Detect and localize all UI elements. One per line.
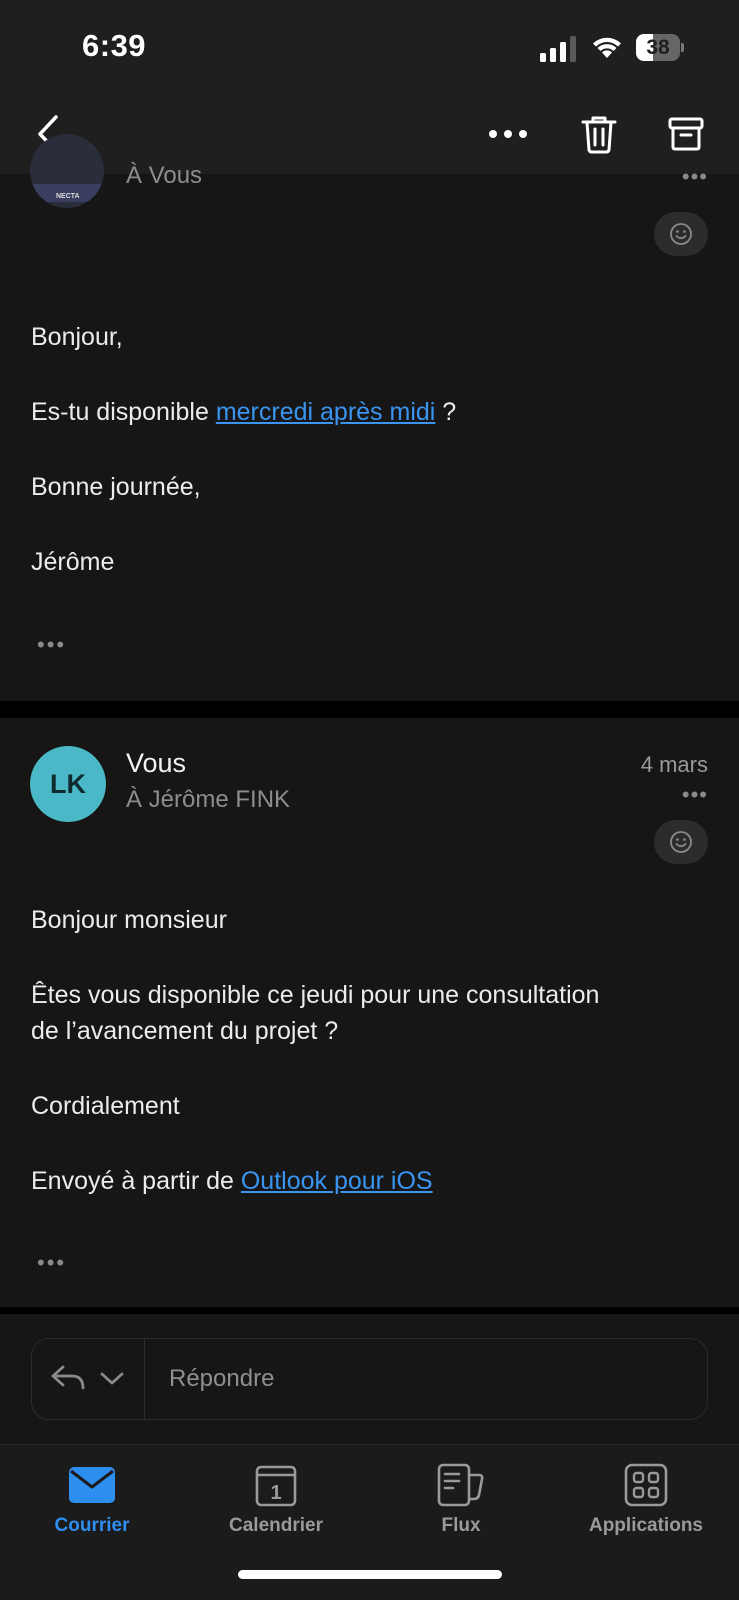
email-message-card: LK Vous À Jérôme FINK 4 mars ••• Bonjour… (0, 718, 739, 1307)
reaction-button[interactable] (654, 212, 708, 256)
battery-icon: 38 (636, 34, 684, 61)
reaction-button[interactable] (654, 820, 708, 864)
status-time: 6:39 (82, 28, 147, 63)
chevron-down-icon (100, 1372, 124, 1385)
outlook-ios-link[interactable]: Outlook pour iOS (241, 1167, 433, 1195)
message-date: 4 mars (640, 752, 708, 777)
message-signature: Envoyé à partir de Outlook pour iOS (31, 1163, 433, 1199)
message-more-button[interactable]: ••• (682, 782, 708, 808)
date-link[interactable]: mercredi après midi (216, 398, 436, 426)
battery-percent: 38 (646, 36, 670, 59)
feed-icon (437, 1463, 484, 1507)
ellipsis-icon (489, 130, 527, 138)
archive-button[interactable] (662, 110, 710, 158)
reply-placeholder: Répondre (169, 1365, 275, 1392)
tab-calendrier[interactable]: 1 Calendrier (196, 1457, 356, 1537)
calendar-day: 1 (270, 1482, 281, 1504)
message-text: de l’avancement du projet ? (31, 1017, 339, 1045)
tab-flux[interactable]: Flux (381, 1457, 541, 1537)
apps-icon (624, 1463, 668, 1507)
avatar: NECTA (30, 134, 104, 208)
tab-label: Flux (441, 1515, 481, 1536)
message-greeting: Bonjour, (31, 323, 123, 351)
sender-name: Vous (126, 748, 187, 778)
smiley-icon (670, 831, 692, 853)
message-signature: Jérôme (31, 548, 115, 576)
more-options-button[interactable] (484, 110, 532, 158)
message-closing: Cordialement (31, 1092, 180, 1120)
text-segment: Es-tu disponible (31, 398, 216, 426)
tab-applications[interactable]: Applications (566, 1457, 726, 1537)
expand-quoted-button[interactable]: ••• (37, 632, 66, 658)
tab-label: Courrier (54, 1515, 130, 1536)
reply-field[interactable]: Répondre (31, 1338, 708, 1420)
delete-button[interactable] (575, 110, 623, 158)
archive-icon (668, 117, 704, 151)
tab-courrier[interactable]: Courrier (12, 1457, 172, 1537)
smiley-icon (670, 223, 692, 245)
reply-bar: Répondre (0, 1314, 739, 1444)
home-indicator (238, 1570, 502, 1579)
recipient-line: À Vous (126, 162, 203, 189)
tab-label: Calendrier (229, 1515, 323, 1536)
calendar-icon: 1 (255, 1465, 297, 1507)
trash-icon (581, 116, 617, 154)
reply-arrow-icon (51, 1365, 85, 1390)
message-more-button[interactable]: ••• (682, 164, 708, 190)
message-toolbar (0, 96, 739, 174)
message-text: Es-tu disponible mercredi après midi ? (31, 394, 456, 430)
reply-options-button[interactable] (32, 1339, 145, 1419)
expand-quoted-button[interactable]: ••• (37, 1250, 66, 1276)
email-message-card: NECTA À Vous ••• Bonjour, Es-tu disponib… (0, 134, 739, 701)
mail-icon (69, 1467, 115, 1503)
text-segment: ? (435, 398, 457, 426)
recipient-line: À Jérôme FINK (126, 786, 291, 813)
cellular-signal-icon (540, 36, 576, 62)
message-closing: Bonne journée, (31, 473, 201, 501)
message-text: Êtes vous disponible ce jeudi pour une c… (31, 981, 600, 1009)
avatar: LK (30, 746, 106, 822)
text-segment: Envoyé à partir de (31, 1167, 241, 1195)
tab-label: Applications (588, 1515, 703, 1536)
message-greeting: Bonjour monsieur (31, 906, 227, 934)
wifi-icon (593, 37, 621, 58)
status-bar: 6:39 38 (0, 0, 739, 96)
